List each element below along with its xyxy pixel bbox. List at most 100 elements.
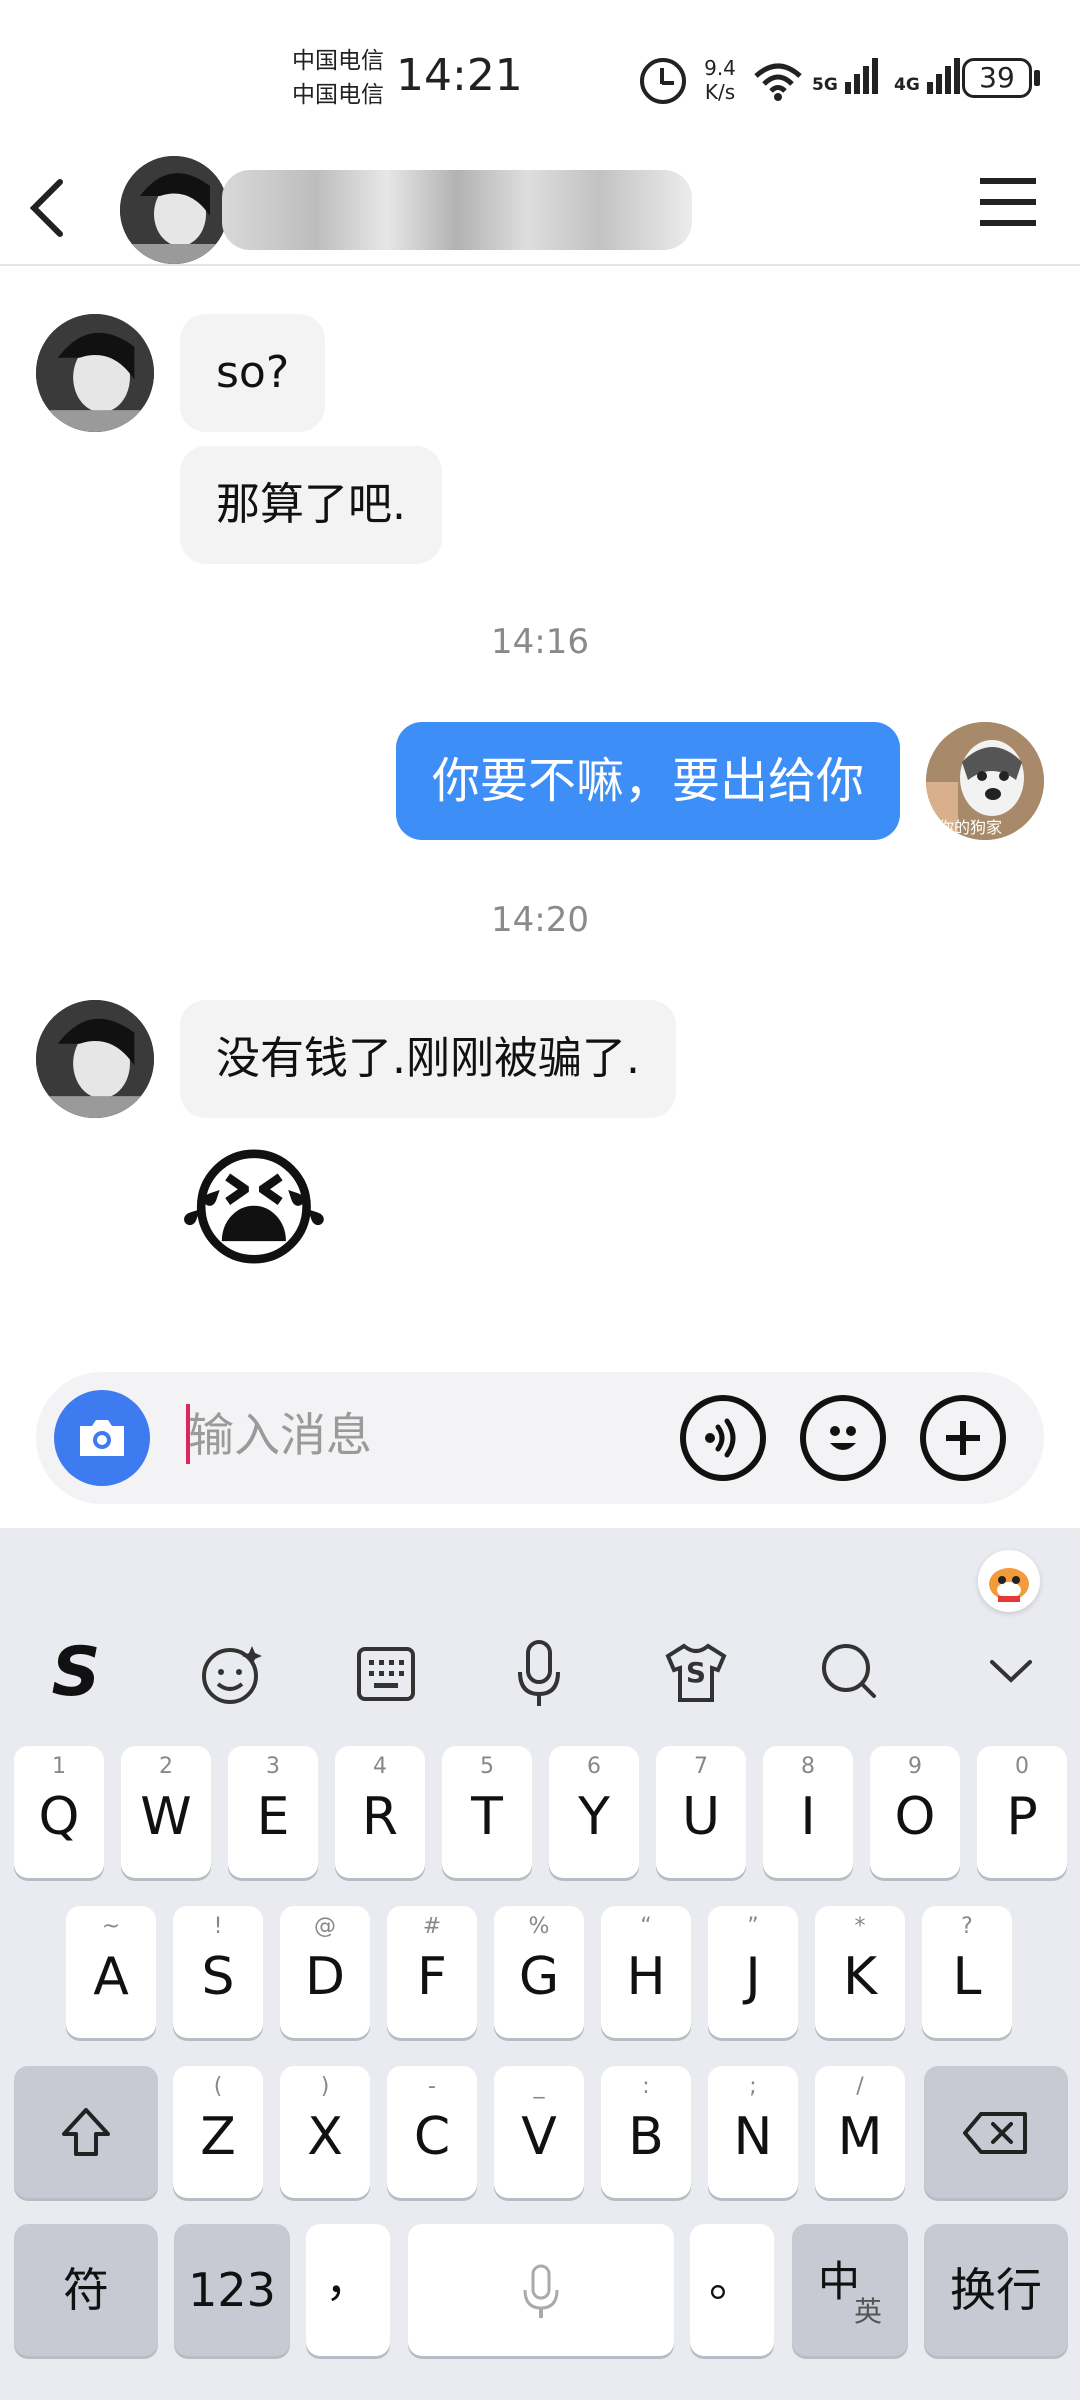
my-avatar[interactable]: 你的狗家: [926, 722, 1044, 840]
key-v[interactable]: _ V: [494, 2066, 584, 2198]
key-label: V: [521, 2107, 557, 2167]
key-f[interactable]: # F: [387, 1906, 477, 2038]
key-j[interactable]: ” J: [708, 1906, 798, 2038]
key-hint: _: [533, 2074, 545, 2099]
key-label: E: [256, 1787, 290, 1847]
signal-bars-icon: [844, 58, 881, 94]
camera-button[interactable]: [54, 1390, 150, 1486]
key-b[interactable]: :B: [601, 2066, 691, 2198]
collapse-keyboard-icon[interactable]: [986, 1656, 1036, 1686]
key-t[interactable]: 5T: [442, 1746, 532, 1878]
emoji-button[interactable]: [800, 1395, 886, 1481]
key-n[interactable]: ; N: [708, 2066, 798, 2198]
key-hint: !: [213, 1914, 223, 1939]
timestamp: 14:16: [491, 622, 589, 662]
signal-4g: 4G: [894, 58, 963, 95]
speed-value: 9.4: [704, 56, 736, 80]
key-hint: 3: [266, 1754, 280, 1779]
search-toolbar-icon[interactable]: [820, 1640, 880, 1704]
battery-indicator: 39: [962, 58, 1032, 98]
key-r[interactable]: 4R: [335, 1746, 425, 1878]
shift-arrow-icon: [62, 2108, 110, 2156]
signal-5g-label: 5G: [812, 75, 838, 95]
message-bubble-received[interactable]: 那算了吧.: [180, 446, 442, 564]
key-u[interactable]: 7U: [656, 1746, 746, 1878]
key-hint: ): [320, 2074, 330, 2099]
message-bubble-sent[interactable]: 你要不嘛，要出给你: [395, 722, 900, 840]
key-hint: ~: [101, 1914, 121, 1939]
key-hint: 7: [694, 1754, 708, 1779]
key-c[interactable]: -C: [387, 2066, 477, 2198]
signal-5g: 5G: [812, 58, 881, 95]
ime-mascot-icon[interactable]: [978, 1550, 1040, 1612]
crying-emoji[interactable]: 😭: [178, 1134, 330, 1284]
skin-toolbar-icon[interactable]: S: [664, 1642, 728, 1704]
space-key[interactable]: [408, 2224, 674, 2356]
key-hint: @: [314, 1914, 336, 1939]
enter-key[interactable]: 换行: [924, 2224, 1068, 2356]
key-hint: 8: [801, 1754, 815, 1779]
key-m[interactable]: / M: [815, 2066, 905, 2198]
lang-sub-label: 英: [854, 2295, 883, 2328]
language-toggle-key[interactable]: 中 英: [792, 2224, 908, 2356]
key-x[interactable]: ) X: [280, 2066, 370, 2198]
wifi-icon: [754, 63, 802, 101]
key-hint: :: [642, 2074, 650, 2099]
key-label: G: [518, 1947, 560, 2007]
voice-button[interactable]: [680, 1395, 766, 1481]
key-i[interactable]: 8I: [763, 1746, 853, 1878]
key-label: W: [140, 1787, 192, 1847]
keyboard-toolbar-icon[interactable]: [356, 1646, 416, 1702]
period-key[interactable]: 。: [690, 2224, 774, 2356]
key-q[interactable]: 1Q: [14, 1746, 104, 1878]
key-label: Q: [38, 1787, 80, 1847]
key-label: B: [628, 2107, 664, 2167]
key-hint: 6: [587, 1754, 601, 1779]
key-hint: *: [854, 1914, 866, 1939]
carrier-info: 中国电信 中国电信: [292, 44, 384, 112]
space-mic-icon: [523, 2264, 559, 2318]
back-arrow-icon[interactable]: [24, 176, 68, 240]
network-speed: 9.4 K/s: [690, 56, 750, 104]
key-a[interactable]: ~ A: [66, 1906, 156, 2038]
key-label: Z: [200, 2107, 236, 2167]
backspace-key[interactable]: [924, 2066, 1068, 2198]
key-o[interactable]: 9O: [870, 1746, 960, 1878]
shift-key[interactable]: [14, 2066, 158, 2198]
key-label: H: [626, 1947, 666, 2007]
symbols-key[interactable]: 符: [14, 2224, 158, 2356]
key-hint: #: [422, 1914, 442, 1939]
key-d[interactable]: @ D: [280, 1906, 370, 2038]
person-portrait-icon: [36, 314, 154, 432]
microphone-toolbar-icon[interactable]: [514, 1638, 564, 1712]
contact-avatar[interactable]: [36, 314, 154, 432]
contact-avatar[interactable]: [36, 1000, 154, 1118]
comma-key[interactable]: ，: [306, 2224, 390, 2356]
message-bubble-received[interactable]: so?: [180, 314, 326, 432]
key-label: F: [417, 1947, 447, 2007]
timestamp: 14:20: [491, 900, 589, 940]
key-g[interactable]: % G: [494, 1906, 584, 2038]
menu-icon[interactable]: [980, 178, 1036, 228]
add-button[interactable]: [920, 1395, 1006, 1481]
key-hint: 1: [52, 1754, 66, 1779]
voice-waves-icon: [705, 1418, 736, 1458]
key-z[interactable]: (Z: [173, 2066, 263, 2198]
key-e[interactable]: 3E: [228, 1746, 318, 1878]
key-hint: ;: [749, 2074, 757, 2099]
sogou-logo-icon[interactable]: S: [36, 1638, 116, 1708]
numbers-key[interactable]: 123: [174, 2224, 290, 2356]
person-portrait-icon: [36, 1000, 154, 1118]
key-l[interactable]: ? L: [922, 1906, 1012, 2038]
key-y[interactable]: 6Y: [549, 1746, 639, 1878]
key-k[interactable]: * K: [815, 1906, 905, 2038]
key-s[interactable]: ! S: [173, 1906, 263, 2038]
contact-avatar[interactable]: [120, 156, 228, 264]
message-bubble-received[interactable]: 没有钱了.刚刚被骗了.: [180, 1000, 676, 1118]
emoji-toolbar-icon[interactable]: [198, 1640, 266, 1708]
message-input[interactable]: 输入消息: [188, 1400, 688, 1470]
key-h[interactable]: “H: [601, 1906, 691, 2038]
key-w[interactable]: 2W: [121, 1746, 211, 1878]
key-label: Y: [578, 1787, 610, 1847]
key-p[interactable]: 0P: [977, 1746, 1067, 1878]
